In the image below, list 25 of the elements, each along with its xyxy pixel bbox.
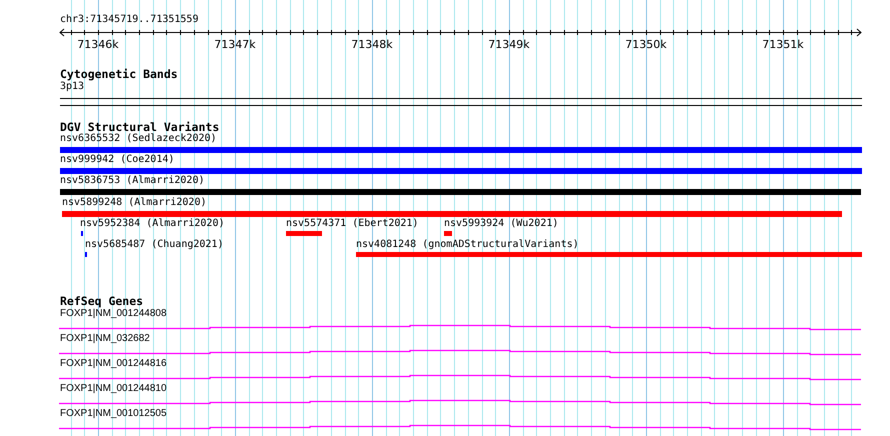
tick-label: 71347k xyxy=(214,38,256,51)
track-title: DGV Structural Variants xyxy=(60,121,220,134)
tick-label: 71346k xyxy=(77,38,119,51)
gene-label: FOXP1|NM_001012505 xyxy=(60,408,167,420)
variant-label: nsv5899248 (Almarri2020) xyxy=(62,197,206,209)
gene-label: FOXP1|NM_001244810 xyxy=(60,383,167,395)
variant-label: nsv5993924 (Wu2021) xyxy=(444,218,558,230)
tick-label: 71351k xyxy=(762,38,804,51)
track-title: RefSeq Genes xyxy=(60,295,144,308)
variant-label: nsv5574371 (Ebert2021) xyxy=(286,218,418,230)
tick-label: 71350k xyxy=(625,38,667,51)
variant-label: nsv4081248 (gnomADStructuralVariants) xyxy=(356,239,579,251)
band-label: 3p13 xyxy=(60,81,84,93)
variant-label: nsv5952384 (Almarri2020) xyxy=(80,218,224,230)
gene-label: FOXP1|NM_032682 xyxy=(60,333,150,345)
variant-label: nsv5685487 (Chuang2021) xyxy=(85,239,224,251)
gene-label: FOXP1|NM_001244816 xyxy=(60,358,167,370)
track-title: Cytogenetic Bands xyxy=(60,68,178,81)
variant-label: nsv999942 (Coe2014) xyxy=(60,154,174,166)
variant-label: nsv5836753 (Almarri2020) xyxy=(60,175,204,187)
variant-label: nsv6365532 (Sedlazeck2020) xyxy=(60,133,217,145)
gene-label: FOXP1|NM_001244808 xyxy=(60,308,167,320)
tick-label: 71348k xyxy=(351,38,393,51)
location-label: chr3:71345719..71351559 xyxy=(60,14,198,26)
tick-label: 71349k xyxy=(488,38,530,51)
